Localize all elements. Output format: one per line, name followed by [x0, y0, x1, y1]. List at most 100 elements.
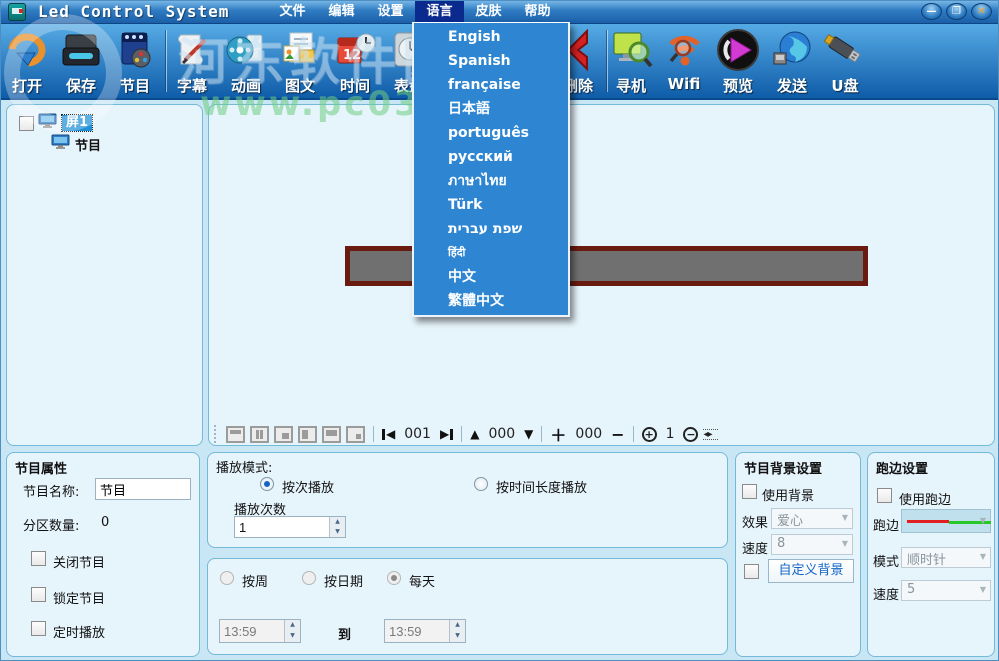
lock-program-checkbox[interactable]	[31, 587, 46, 602]
by-date-radio[interactable]	[302, 571, 316, 585]
tree-node-screen[interactable]: 屏1	[19, 113, 92, 133]
layout-split-columns-icon[interactable]	[250, 426, 269, 443]
language-option-thai[interactable]: ภาษาไทย	[414, 169, 568, 193]
spinner-buttons[interactable]: ▲▼	[449, 620, 465, 642]
play-mode-label: 播放模式:	[216, 457, 272, 476]
screen-checkbox[interactable]	[19, 116, 34, 131]
to-label: 到	[338, 624, 351, 643]
use-background-checkbox[interactable]	[742, 484, 757, 499]
language-option-spanish[interactable]: Spanish	[414, 49, 568, 73]
background-settings-panel: 节目背景设置 使用背景 效果 爱心 速度 8 自定义背景	[735, 452, 861, 657]
restore-button[interactable]: ❐	[946, 3, 967, 20]
play-by-times-radio[interactable]	[260, 477, 274, 491]
custom-background-button[interactable]: 自定义背景	[768, 559, 854, 583]
language-option-chinese-traditional[interactable]: 繁體中文	[414, 289, 568, 313]
image-text-icon	[273, 26, 327, 74]
toolbar-button-open[interactable]: 打开	[0, 26, 54, 96]
toolbar-button-animation[interactable]: 动画	[219, 26, 273, 96]
start-time-input[interactable]	[220, 620, 284, 642]
toolbar-button-program[interactable]: 节目	[108, 26, 162, 96]
toolbar-button-time[interactable]: 12 时间	[328, 26, 382, 96]
language-option-hindi[interactable]: हिंदी	[414, 241, 568, 265]
spin-down-icon[interactable]: ▼	[330, 527, 345, 537]
lock-program-label: 锁定节目	[53, 588, 105, 607]
start-time-spinner[interactable]: ▲▼	[219, 619, 301, 643]
play-by-duration-radio[interactable]	[474, 477, 488, 491]
language-option-portuguese[interactable]: português	[414, 121, 568, 145]
end-time-input[interactable]	[385, 620, 449, 642]
toolbar-button-preview[interactable]: 预览	[711, 26, 765, 96]
close-program-checkbox[interactable]	[31, 551, 46, 566]
layout-inset-left-icon[interactable]	[298, 426, 317, 443]
menu-settings[interactable]: 设置	[366, 1, 415, 23]
layout-inset-small-icon[interactable]	[346, 426, 365, 443]
spin-down-icon[interactable]: ▼	[450, 631, 465, 642]
language-option-turkish[interactable]: Türk	[414, 193, 568, 217]
end-time-spinner[interactable]: ▲▼	[384, 619, 466, 643]
remove-partition-button[interactable]: −	[611, 425, 624, 444]
svg-text:12: 12	[343, 48, 361, 63]
custom-background-checkbox[interactable]	[744, 564, 759, 579]
spinner-buttons[interactable]: ▲▼	[329, 517, 345, 537]
close-button[interactable]: ✕	[971, 3, 992, 20]
bg-speed-label: 速度	[742, 538, 768, 557]
toolbar-button-save[interactable]: 保存	[54, 26, 108, 96]
toolbar-button-usb[interactable]: U盘	[818, 26, 872, 96]
prev-program-button[interactable]: ◀	[382, 427, 395, 441]
find-device-icon	[604, 26, 658, 74]
zoom-in-icon[interactable]: +	[642, 427, 657, 442]
spin-up-icon[interactable]: ▲	[330, 517, 345, 527]
by-week-radio[interactable]	[220, 571, 234, 585]
tree-node-program[interactable]: 节目	[51, 134, 101, 154]
toolbar-button-image-text[interactable]: 图文	[273, 26, 327, 96]
toolbar-button-subtitle[interactable]: 字幕	[165, 26, 219, 96]
spin-up-icon[interactable]: ▲	[285, 620, 300, 631]
use-background-label: 使用背景	[762, 485, 814, 504]
tree-screen-label[interactable]: 屏1	[62, 115, 92, 131]
toolbar-grip[interactable]	[214, 425, 218, 443]
spin-down-icon[interactable]: ▼	[285, 631, 300, 642]
fit-to-window-icon[interactable]: ◂▸	[703, 429, 718, 440]
daily-radio[interactable]	[387, 571, 401, 585]
language-option-russian[interactable]: русский	[414, 145, 568, 169]
effect-select[interactable]: 爱心	[771, 508, 853, 529]
menu-help[interactable]: 帮助	[513, 1, 562, 23]
row-down-button[interactable]: ▼	[524, 427, 533, 441]
language-option-hebrew[interactable]: שפת עברית	[414, 217, 568, 241]
minimize-button[interactable]: —	[921, 3, 942, 20]
bg-speed-select[interactable]: 8	[771, 534, 853, 555]
border-style-select[interactable]	[901, 509, 991, 533]
toolbar-button-find-device[interactable]: 寻机	[604, 26, 658, 96]
border-speed-select[interactable]: 5	[901, 580, 991, 601]
tree-program-label[interactable]: 节目	[75, 135, 101, 154]
layout-inset-top-icon[interactable]	[322, 426, 341, 443]
menu-file[interactable]: 文件	[268, 1, 317, 23]
spinner-buttons[interactable]: ▲▼	[284, 620, 300, 642]
menu-edit[interactable]: 编辑	[317, 1, 366, 23]
program-name-input[interactable]	[95, 478, 191, 500]
border-speed-label: 速度	[873, 584, 899, 603]
next-program-button[interactable]: ▶	[440, 427, 453, 441]
monitor-icon	[38, 113, 58, 133]
layout-split-top-icon[interactable]	[226, 426, 245, 443]
play-times-input[interactable]	[235, 517, 329, 537]
use-border-checkbox[interactable]	[877, 488, 892, 503]
toolbar-button-send[interactable]: 发送	[765, 26, 819, 96]
toolbar-button-wifi[interactable]: Wifi	[657, 26, 711, 93]
zoom-out-icon[interactable]: −	[683, 427, 698, 442]
strip-separator	[541, 426, 542, 442]
play-times-spinner[interactable]: ▲▼	[234, 516, 346, 538]
row-up-button[interactable]: ▲	[470, 427, 479, 441]
spin-up-icon[interactable]: ▲	[450, 620, 465, 631]
language-option-french[interactable]: française	[414, 73, 568, 97]
language-option-japanese[interactable]: 日本語	[414, 97, 568, 121]
add-partition-button[interactable]: ＋	[550, 422, 566, 446]
layout-inset-bottom-right-icon[interactable]	[274, 426, 293, 443]
language-option-english[interactable]: Engish	[414, 25, 568, 49]
play-mode-panel: 播放模式: 按次播放 按时间长度播放 播放次数 ▲▼	[207, 452, 728, 548]
menu-skin[interactable]: 皮肤	[464, 1, 513, 23]
border-mode-select[interactable]: 顺时针	[901, 547, 991, 568]
language-option-chinese-simplified[interactable]: 中文	[414, 265, 568, 289]
timed-play-checkbox[interactable]	[31, 621, 46, 636]
menu-language[interactable]: 语言	[415, 1, 464, 23]
